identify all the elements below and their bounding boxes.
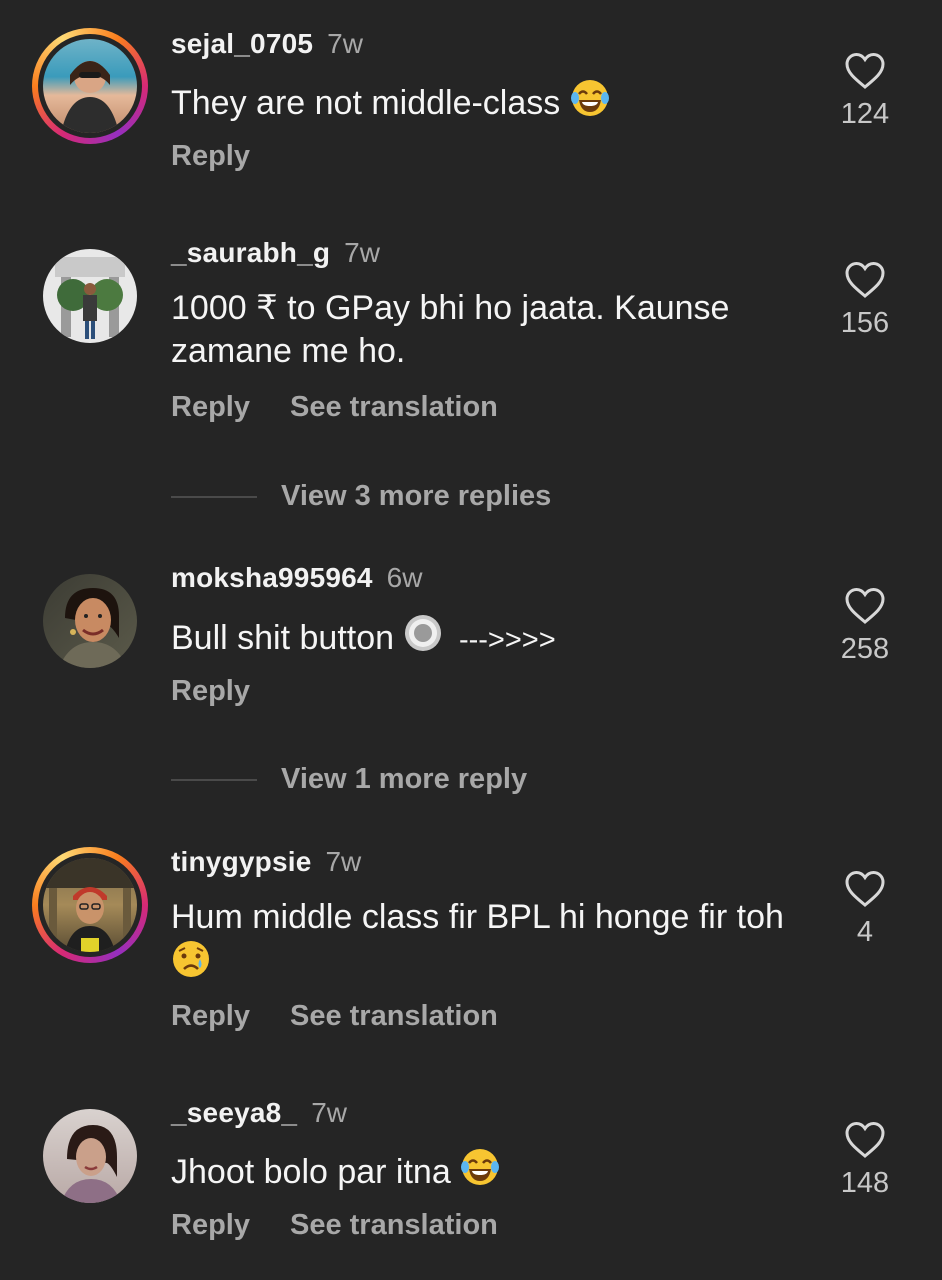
avatar-wrap[interactable] (32, 238, 148, 354)
avatar (43, 574, 137, 668)
like-count: 258 (840, 633, 890, 665)
view-more-replies[interactable]: View 3 more replies (171, 480, 551, 513)
username[interactable]: moksha995964 (171, 562, 373, 593)
view-more-replies[interactable]: View 1 more reply (171, 763, 527, 796)
timestamp: 7w (327, 28, 363, 59)
like-count: 124 (840, 98, 890, 130)
comment-text: Hum middle class fir BPL hi honge fir to… (171, 896, 791, 990)
username[interactable]: _seeya8_ (171, 1097, 297, 1128)
avatar (43, 1109, 137, 1203)
divider-line (171, 778, 257, 781)
comment-text: Bull shit button --->>>> (171, 613, 791, 664)
username[interactable]: _saurabh_g (171, 237, 330, 268)
see-translation-button[interactable]: See translation (290, 391, 498, 423)
avatar (43, 249, 137, 343)
timestamp: 7w (344, 237, 380, 268)
reply-button[interactable]: Reply (171, 1209, 250, 1241)
laughing-tears-emoji (460, 1147, 500, 1198)
heart-outline-icon[interactable] (844, 1121, 886, 1159)
username[interactable]: tinygypsie (171, 846, 311, 877)
like-count: 148 (840, 1167, 890, 1199)
avatar-story-ring[interactable] (32, 847, 148, 963)
see-translation-button[interactable]: See translation (290, 1209, 498, 1241)
heart-outline-icon[interactable] (844, 261, 886, 299)
timestamp: 7w (311, 1097, 347, 1128)
avatar-story-ring[interactable] (32, 28, 148, 144)
timestamp: 7w (325, 846, 362, 877)
timestamp: 6w (386, 562, 423, 593)
username[interactable]: sejal_0705 (171, 28, 313, 59)
avatar (43, 39, 137, 133)
comment-text: They are not middle-class (171, 78, 791, 129)
radio-button-emoji (403, 613, 443, 664)
heart-outline-icon[interactable] (844, 52, 886, 90)
avatar-wrap[interactable] (32, 563, 148, 679)
crying-face-emoji (171, 939, 211, 990)
avatar-wrap[interactable] (32, 1098, 148, 1214)
heart-outline-icon[interactable] (844, 587, 886, 625)
see-translation-button[interactable]: See translation (290, 1000, 498, 1032)
reply-button[interactable]: Reply (171, 675, 250, 707)
laughing-tears-emoji (570, 78, 610, 129)
reply-button[interactable]: Reply (171, 140, 250, 172)
comment-text: 1000 ₹ to GPay bhi ho jaata. Kaunse zama… (171, 289, 730, 370)
like-count: 4 (856, 916, 874, 948)
reply-button[interactable]: Reply (171, 391, 250, 423)
reply-button[interactable]: Reply (171, 1000, 250, 1032)
comment-text: Jhoot bolo par itna (171, 1147, 791, 1198)
avatar (43, 858, 137, 952)
divider-line (171, 495, 257, 498)
heart-outline-icon[interactable] (844, 870, 886, 908)
like-count: 156 (840, 307, 890, 339)
